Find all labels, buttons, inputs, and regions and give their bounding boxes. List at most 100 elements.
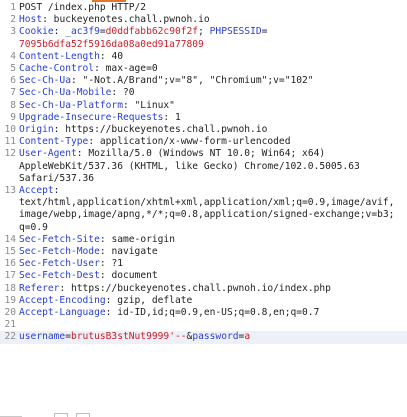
- header-line-cookie: 3 Cookie: _ac3f9=d0ddfabb62c90f2f; PHPSE…: [0, 26, 407, 38]
- header-value: ?1: [111, 258, 123, 270]
- header-line-user-agent-wrap: Safari/537.36: [0, 173, 407, 185]
- header-value: application/x-www-form-urlencoded: [99, 136, 291, 148]
- header-name: Cookie: [19, 26, 54, 38]
- header-value: same-origin: [111, 233, 175, 245]
- header-name: Sec-Fetch-Dest: [19, 270, 100, 282]
- header-line-sec-fetch-dest: 17 Sec-Fetch-Dest: document: [0, 270, 407, 282]
- line-number: 21: [4, 319, 16, 331]
- header-name: Upgrade-Insecure-Requests: [19, 111, 164, 123]
- footer-button[interactable]: [54, 413, 68, 417]
- header-line-accept-encoding: 19 Accept-Encoding: gzip, deflate: [0, 295, 407, 307]
- header-value: 40: [111, 50, 123, 62]
- header-name: Sec-Ch-Ua: [19, 75, 71, 87]
- line-number: 3: [10, 26, 16, 38]
- header-line-origin: 10 Origin: https://buckeyenotes.chall.pw…: [0, 124, 407, 136]
- header-name: Sec-Fetch-User: [19, 258, 100, 270]
- line-number: 18: [4, 282, 16, 294]
- header-line-sec-fetch-site: 14 Sec-Fetch-Site: same-origin: [0, 234, 407, 246]
- editor-footer: [0, 412, 407, 417]
- line-number: 13: [4, 185, 16, 197]
- line-number: 9: [10, 111, 16, 123]
- header-name: Accept-Language: [19, 307, 106, 319]
- header-value: id-ID,id;q=0.9,en-US;q=0.8,en;q=0.7: [117, 307, 320, 319]
- header-name: Cache-Control: [19, 63, 95, 75]
- header-name: User-Agent: [19, 148, 77, 160]
- body-param-value: a: [244, 331, 251, 343]
- line-number: 10: [4, 124, 16, 136]
- header-name: Content-Length: [19, 50, 100, 62]
- header-value: text/html,application/xhtml+xml,applicat…: [19, 197, 395, 209]
- header-line-content-type: 11 Content-Type: application/x-www-form-…: [0, 136, 407, 148]
- header-value: https://buckeyenotes.chall.pwnoh.io/inde…: [71, 282, 331, 294]
- header-value: https://buckeyenotes.chall.pwnoh.io: [65, 124, 268, 136]
- line-number: 7: [10, 87, 16, 99]
- header-value: 1: [174, 111, 181, 123]
- cookie-value: d0ddfabb62c90f2f: [105, 26, 199, 38]
- line-number: 6: [10, 75, 16, 87]
- cookie-name: _ac3f9: [65, 26, 100, 38]
- line-number: 15: [4, 246, 16, 258]
- header-name: Host: [19, 14, 43, 26]
- header-line-referer: 18 Referer: https://buckeyenotes.chall.p…: [0, 283, 407, 295]
- header-line-cookie-wrap: 7095b6dfa52f5916da08a0ed91a77809: [0, 39, 407, 51]
- header-name: Accept-Encoding: [19, 294, 106, 306]
- header-line-accept-wrap: q=0.9: [0, 222, 407, 234]
- header-value: Mozilla/5.0 (Windows NT 10.0; Win64; x64…: [88, 148, 326, 160]
- line-number: 14: [4, 233, 16, 245]
- line-number: 19: [4, 294, 16, 306]
- line-number: 4: [10, 50, 16, 62]
- line-number: 16: [4, 258, 16, 270]
- request-line-text: POST /index.php HTTP/2: [19, 2, 147, 13]
- header-name: Accept: [19, 185, 54, 197]
- header-line-sec-ch-ua-platform: 8 Sec-Ch-Ua-Platform: "Linux": [0, 100, 407, 112]
- line-number: 2: [10, 14, 16, 26]
- header-name: Sec-Fetch-Site: [19, 233, 100, 245]
- header-line-sec-fetch-mode: 15 Sec-Fetch-Mode: navigate: [0, 246, 407, 258]
- body-param-name: username: [19, 331, 66, 343]
- header-line-accept-language: 20 Accept-Language: id-ID,id;q=0.9,en-US…: [0, 307, 407, 319]
- line-number: 11: [4, 136, 16, 148]
- header-value: max-age=0: [105, 63, 158, 75]
- header-name: Origin: [19, 124, 54, 136]
- request-body-line[interactable]: 22 username=brutusB3stNut9999'--&passwor…: [0, 331, 407, 344]
- line-number: 5: [10, 63, 16, 75]
- header-value: buckeyenotes.chall.pwnoh.io: [53, 14, 210, 26]
- header-value: navigate: [111, 246, 158, 258]
- header-value: gzip, deflate: [117, 294, 193, 306]
- header-value: "-Not.A/Brand";v="8", "Chromium";v="102": [82, 75, 314, 87]
- header-value: ?0: [122, 87, 135, 99]
- header-line-content-length: 4 Content-Length: 40: [0, 51, 407, 63]
- header-line-upgrade-insecure: 9 Upgrade-Insecure-Requests: 1: [0, 112, 407, 124]
- request-editor[interactable]: 1 POST /index.php HTTP/2 2 Host: buckeye…: [0, 2, 407, 344]
- header-line-user-agent: 12 User-Agent: Mozilla/5.0 (Windows NT 1…: [0, 148, 407, 160]
- blank-line: 21: [0, 319, 407, 331]
- header-line-host: 2 Host: buckeyenotes.chall.pwnoh.io: [0, 14, 407, 26]
- header-value: "Linux": [134, 99, 175, 111]
- header-name: Content-Type: [19, 136, 89, 148]
- body-param-value: brutusB3stNut9999'--: [71, 331, 187, 343]
- header-value: Safari/537.36: [19, 172, 95, 184]
- header-value: image/webp,image/apng,*/*;q=0.8,applicat…: [19, 209, 395, 221]
- header-name: Sec-Fetch-Mode: [19, 246, 100, 258]
- header-name: Referer: [19, 282, 60, 294]
- request-line: 1 POST /index.php HTTP/2: [0, 2, 407, 14]
- header-line-accept: 13 Accept:: [0, 185, 407, 197]
- line-number: 8: [10, 99, 16, 111]
- line-number: 1: [10, 2, 16, 13]
- footer-button[interactable]: [76, 413, 90, 417]
- cookie-value: 7095b6dfa52f5916da08a0ed91a77809: [19, 38, 204, 50]
- header-value: document: [111, 270, 158, 282]
- header-line-accept-wrap: image/webp,image/apng,*/*;q=0.8,applicat…: [0, 209, 407, 221]
- line-number: 22: [4, 331, 16, 343]
- header-line-user-agent-wrap: AppleWebKit/537.36 (KHTML, like Gecko) C…: [0, 161, 407, 173]
- header-name: Sec-Ch-Ua-Mobile: [19, 87, 112, 99]
- header-line-sec-ch-ua-mobile: 7 Sec-Ch-Ua-Mobile: ?0: [0, 87, 407, 99]
- line-number: 17: [4, 270, 16, 282]
- body-param-name: password: [192, 331, 239, 343]
- line-number: 12: [4, 148, 16, 160]
- header-line-cache-control: 5 Cache-Control: max-age=0: [0, 63, 407, 75]
- cookie-name: PHPSESSID: [209, 26, 262, 38]
- header-line-sec-fetch-user: 16 Sec-Fetch-User: ?1: [0, 258, 407, 270]
- line-number: 20: [4, 307, 16, 319]
- header-line-accept-wrap: text/html,application/xhtml+xml,applicat…: [0, 197, 407, 209]
